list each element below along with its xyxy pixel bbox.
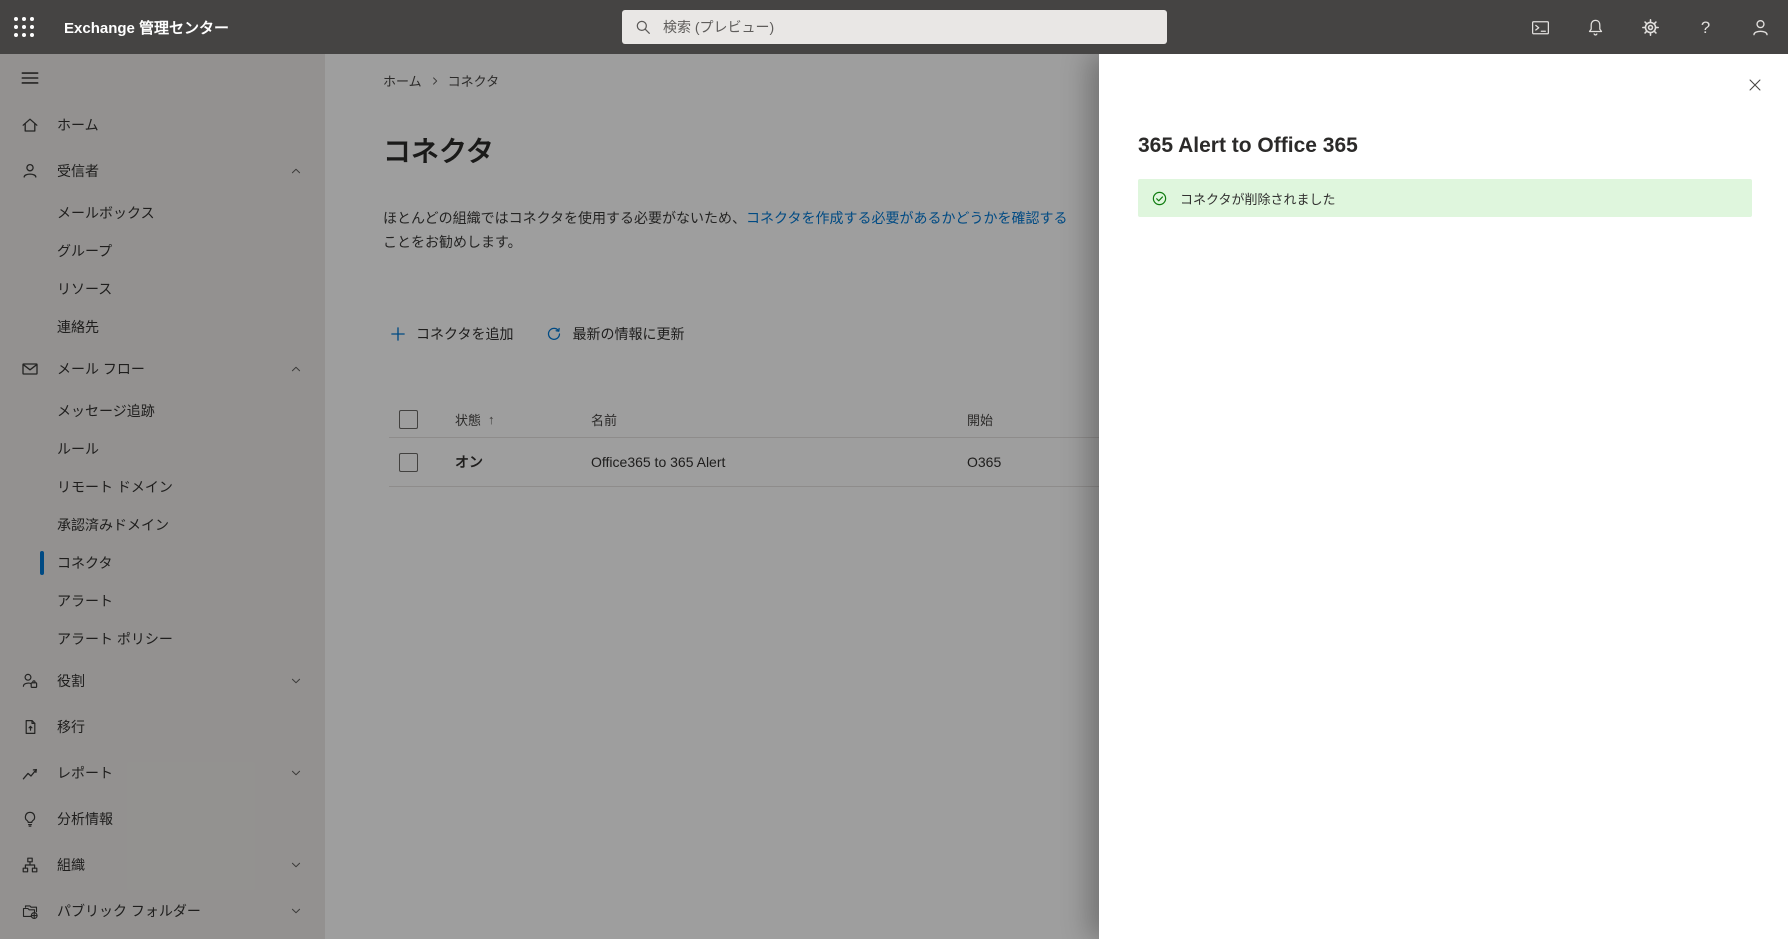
search-input[interactable] (661, 18, 1155, 36)
close-panel-button[interactable] (1746, 76, 1764, 94)
connector-flyout-panel: 365 Alert to Office 365 コネクタが削除されました (1099, 54, 1788, 939)
search-box[interactable] (622, 10, 1167, 44)
success-check-icon (1151, 190, 1168, 207)
close-icon (1746, 76, 1764, 94)
help-icon: ? (1695, 17, 1716, 38)
gear-icon (1640, 17, 1661, 38)
search-icon (634, 18, 652, 36)
success-message-text: コネクタが削除されました (1180, 189, 1335, 208)
top-bar: Exchange 管理センター ? (0, 0, 1788, 54)
panel-overlay[interactable] (0, 54, 1099, 939)
account-button[interactable] (1733, 0, 1788, 54)
help-button[interactable]: ? (1678, 0, 1733, 54)
bell-icon (1585, 17, 1606, 38)
panel-title: 365 Alert to Office 365 (1138, 133, 1788, 159)
settings-button[interactable] (1623, 0, 1678, 54)
notifications-button[interactable] (1568, 0, 1623, 54)
account-icon (1750, 17, 1771, 38)
terminal-icon (1530, 17, 1551, 38)
success-message-bar: コネクタが削除されました (1138, 179, 1752, 217)
topbar-actions: ? (1513, 0, 1788, 54)
app-launcher-button[interactable] (0, 0, 48, 54)
waffle-icon (14, 17, 34, 37)
app-title: Exchange 管理センター (64, 17, 229, 38)
svg-text:?: ? (1701, 17, 1710, 36)
cloud-shell-button[interactable] (1513, 0, 1568, 54)
